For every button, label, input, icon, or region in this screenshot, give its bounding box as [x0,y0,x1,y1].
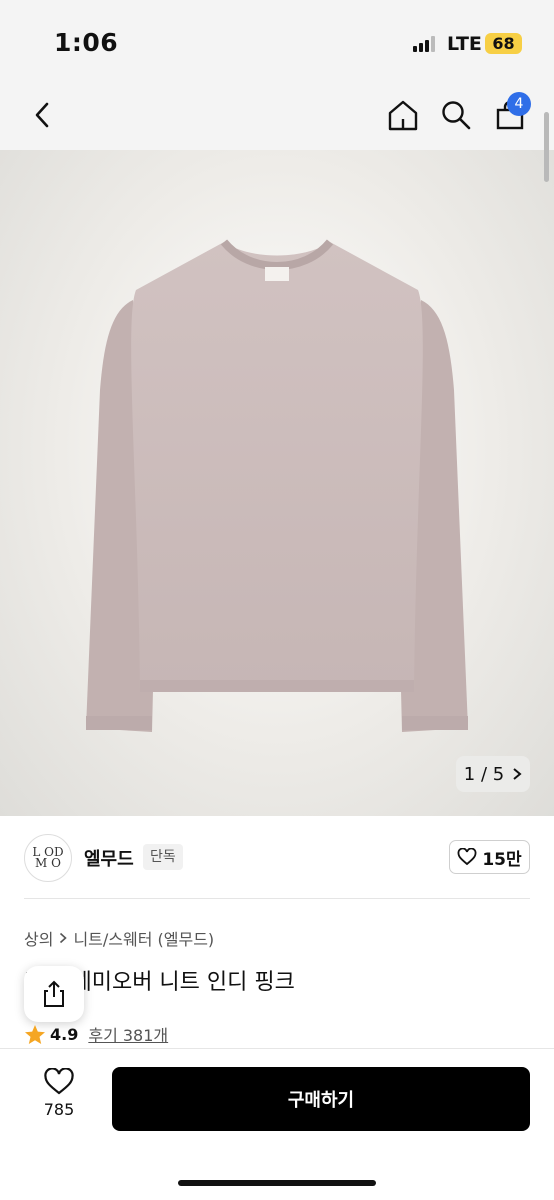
breadcrumb-subcategory[interactable]: 니트/스웨터 (엘무드) [73,926,214,950]
sweater-image [86,239,468,732]
home-indicator [178,1180,376,1186]
home-icon[interactable] [381,93,425,137]
network-label: LTE [447,33,482,55]
wish-count: 785 [43,1100,75,1119]
breadcrumb: 상의 니트/스웨터 (엘무드) [24,926,214,950]
scrollbar[interactable] [544,112,549,182]
share-icon [44,980,64,1007]
battery-icon: 68 [485,33,522,54]
image-counter-total: 5 [492,763,505,785]
star-icon [25,1024,45,1044]
buy-button-label: 구매하기 [287,1090,355,1111]
chevron-right-icon [513,768,522,780]
rating-score: 4.9 [50,1024,79,1044]
review-link[interactable]: 후기 381개 [88,1022,168,1046]
breadcrumb-category[interactable]: 상의 [24,926,53,950]
signal-icon [413,36,437,52]
heart-icon [457,848,477,866]
cart-count-badge: 4 [507,92,531,116]
brand-logo-text-bottom: M O [35,856,61,870]
rating-row: 4.9 후기 381개 [24,1022,168,1046]
status-bar: 1:06 LTE 68 [0,0,554,84]
back-icon[interactable] [20,93,64,137]
like-count: 15만 [482,849,522,870]
share-button[interactable] [24,966,84,1022]
like-button[interactable]: 15만 [449,840,530,874]
image-counter-current: 1 [463,763,476,785]
image-counter-separator: / [480,763,488,785]
buy-button[interactable]: 구매하기 [112,1067,530,1131]
nav-bar [0,84,554,150]
wish-button[interactable]: 785 [24,1068,94,1128]
divider [24,898,530,899]
search-icon[interactable] [434,93,478,137]
brand-name[interactable]: 엘무드 [84,845,134,871]
product-image-gallery[interactable] [0,150,554,816]
brand-logo[interactable]: L OD M O [24,834,72,882]
exclusive-badge: 단독 [143,844,183,870]
image-counter[interactable]: 1 / 5 [456,756,530,792]
status-time: 1:06 [54,28,119,57]
chevron-right-icon [60,932,68,944]
heart-icon [44,1068,74,1095]
